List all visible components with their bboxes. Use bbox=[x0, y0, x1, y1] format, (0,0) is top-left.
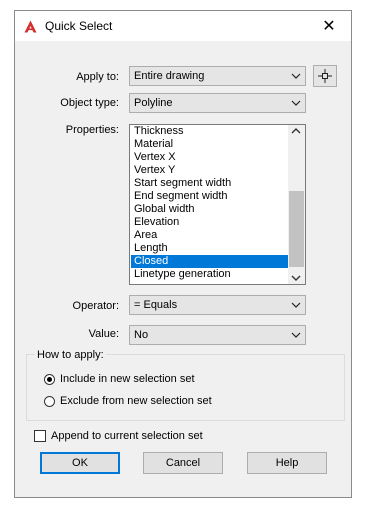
close-button[interactable]: ✕ bbox=[307, 11, 351, 41]
exclude-radio[interactable]: Exclude from new selection set bbox=[44, 395, 212, 407]
list-item[interactable]: Start segment width bbox=[131, 177, 288, 190]
radio-unselected-icon bbox=[44, 395, 55, 407]
help-button-label: Help bbox=[275, 457, 299, 469]
list-item[interactable]: Linetype generation bbox=[131, 268, 288, 281]
scroll-up-icon[interactable] bbox=[291, 127, 301, 135]
list-item[interactable]: Thickness bbox=[131, 125, 288, 138]
list-item[interactable]: Material bbox=[131, 138, 288, 151]
object-type-dropdown[interactable]: Polyline bbox=[129, 93, 306, 113]
ok-button-label: OK bbox=[72, 457, 88, 469]
list-item[interactable]: Vertex Y bbox=[131, 164, 288, 177]
properties-listbox[interactable]: Thickness Material Vertex X Vertex Y Sta… bbox=[129, 124, 306, 285]
value-dropdown[interactable]: No bbox=[129, 325, 306, 345]
crosshair-pick-icon bbox=[318, 69, 332, 83]
object-type-value: Polyline bbox=[134, 97, 173, 109]
scroll-down-icon[interactable] bbox=[291, 274, 301, 282]
list-item[interactable]: End segment width bbox=[131, 190, 288, 203]
include-radio[interactable]: Include in new selection set bbox=[44, 373, 195, 385]
append-checkbox[interactable]: Append to current selection set bbox=[34, 430, 203, 442]
chevron-down-icon bbox=[291, 73, 301, 79]
select-objects-button[interactable] bbox=[313, 65, 337, 87]
append-checkbox-label: Append to current selection set bbox=[51, 430, 203, 442]
scrollbar-thumb[interactable] bbox=[289, 191, 304, 267]
window-title: Quick Select bbox=[45, 19, 113, 33]
properties-label: Properties: bbox=[65, 124, 119, 136]
operator-dropdown[interactable]: = Equals bbox=[129, 295, 306, 315]
checkbox-unchecked-icon bbox=[34, 430, 46, 442]
title-bar: Quick Select ✕ bbox=[15, 11, 351, 41]
cancel-button-label: Cancel bbox=[165, 457, 201, 469]
list-item[interactable]: Vertex X bbox=[131, 151, 288, 164]
include-radio-label: Include in new selection set bbox=[60, 373, 195, 385]
value-field-value: No bbox=[134, 329, 149, 341]
cancel-button[interactable]: Cancel bbox=[143, 452, 223, 474]
chevron-down-icon bbox=[291, 302, 301, 308]
how-to-apply-group bbox=[26, 354, 345, 421]
quick-select-dialog: Quick Select ✕ Apply to: Entire drawing … bbox=[14, 10, 352, 498]
apply-to-dropdown[interactable]: Entire drawing bbox=[129, 66, 306, 86]
list-item[interactable]: Global width bbox=[131, 203, 288, 216]
operator-label: Operator: bbox=[72, 300, 119, 312]
list-item[interactable]: Elevation bbox=[131, 216, 288, 229]
how-to-apply-title: How to apply: bbox=[35, 349, 106, 361]
help-button[interactable]: Help bbox=[247, 452, 327, 474]
properties-items: Thickness Material Vertex X Vertex Y Sta… bbox=[131, 125, 288, 281]
chevron-down-icon bbox=[291, 332, 301, 338]
apply-to-value: Entire drawing bbox=[134, 70, 205, 82]
close-icon: ✕ bbox=[322, 18, 336, 35]
exclude-radio-label: Exclude from new selection set bbox=[60, 395, 212, 407]
apply-to-label: Apply to: bbox=[76, 71, 119, 83]
value-label: Value: bbox=[88, 328, 119, 340]
autocad-app-icon bbox=[24, 20, 37, 33]
list-item[interactable]: Area bbox=[131, 229, 288, 242]
object-type-label: Object type: bbox=[60, 97, 119, 109]
radio-selected-icon bbox=[44, 373, 55, 385]
properties-scrollbar[interactable] bbox=[288, 125, 305, 284]
ok-button[interactable]: OK bbox=[40, 452, 120, 474]
operator-value: = Equals bbox=[134, 299, 178, 311]
list-item-selected[interactable]: Closed bbox=[131, 255, 288, 268]
list-item[interactable]: Length bbox=[131, 242, 288, 255]
chevron-down-icon bbox=[291, 100, 301, 106]
